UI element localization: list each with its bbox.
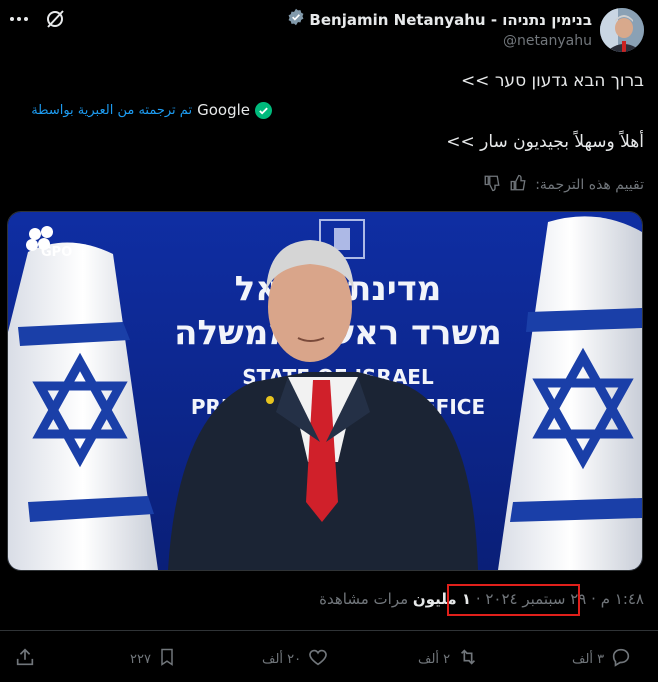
rate-translation-label: تقييم هذه الترجمة: [535,177,644,193]
date-highlight-box [447,584,580,616]
tweet-time[interactable]: ١:٤٨ م [601,590,644,608]
bookmark-button[interactable]: ٢٢٧ [130,646,177,672]
tweet-text-original: ברוך הבא גדעון סער >> [460,71,644,91]
translation-attribution: تم ترجمته من العبرية بواسطة Google [31,101,272,119]
svg-text:GPO: GPO [41,245,72,260]
tweet-author-header: Benjamin Netanyahu - בנימין נתניהו @neta… [287,8,644,52]
repost-button[interactable]: ٢ ألف [418,646,480,672]
header-actions [8,8,66,30]
views-label: مرات مشاهدة [319,590,409,608]
share-icon [14,646,36,672]
reply-icon [610,646,632,672]
divider [0,630,658,631]
avatar[interactable] [600,8,644,52]
rate-translation-row: تقييم هذه الترجمة: [483,174,644,196]
heart-icon [307,646,329,672]
bookmark-count: ٢٢٧ [130,651,151,667]
thumbs-down-icon[interactable] [483,174,501,196]
tweet-action-bar: ٣ ألف ٢ ألف ٢٠ ألف ٢٢٧ [0,640,658,680]
display-name[interactable]: Benjamin Netanyahu - בנימין נתניהו [309,10,592,30]
google-label: Google [197,101,250,119]
like-count: ٢٠ ألف [262,651,302,667]
repost-icon [456,646,480,672]
tweet-video[interactable]: מדינת ישראל משרד ראש הממשלה STATE OF ISR… [7,211,643,571]
bookmark-icon [157,646,177,672]
like-button[interactable]: ٢٠ ألف [262,646,329,672]
tweet-text-translated: أهلاً وسهلاً بجيديون سار >> [446,132,644,152]
reply-button[interactable]: ٣ ألف [572,646,632,672]
more-options-icon[interactable] [8,8,30,30]
thumbs-up-icon[interactable] [509,174,527,196]
translated-by-label[interactable]: تم ترجمته من العبرية بواسطة [31,103,192,118]
repost-count: ٢ ألف [418,651,451,667]
check-icon [255,101,272,119]
reply-count: ٣ ألف [572,651,605,667]
verified-icon [287,8,305,31]
grok-icon[interactable] [44,8,66,30]
share-button[interactable] [14,646,36,672]
user-handle[interactable]: @netanyahu [287,33,592,49]
